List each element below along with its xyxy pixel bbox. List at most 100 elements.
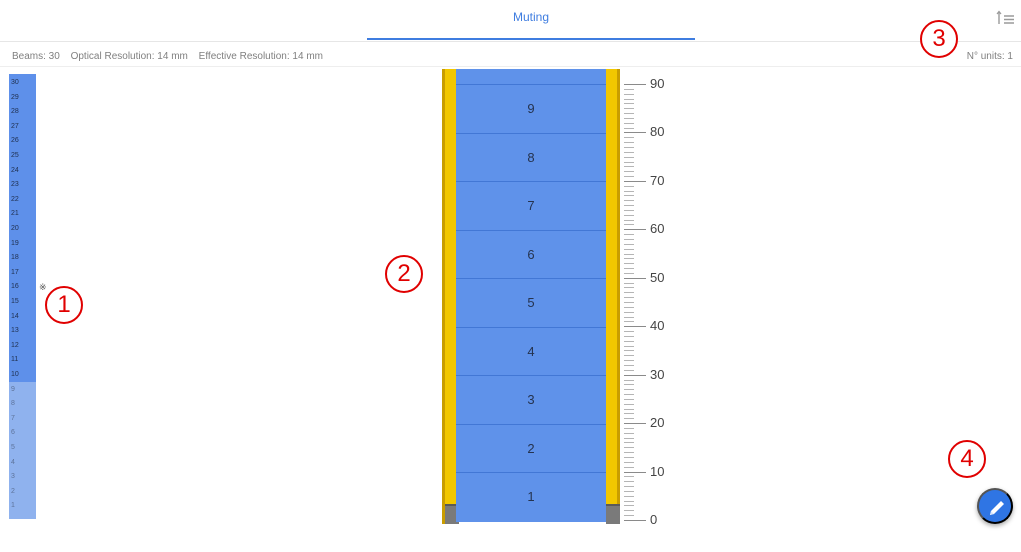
beam-label: 28 [11, 108, 19, 116]
ruler-tick [624, 117, 634, 119]
ruler-tick [624, 122, 634, 124]
ruler-tick [624, 442, 634, 444]
tab-muting[interactable]: Muting [367, 0, 695, 40]
ruler-tick [624, 316, 634, 318]
ruler-tick [624, 476, 634, 478]
ruler-tick [624, 113, 634, 115]
ruler-tick [624, 146, 634, 148]
ruler-tick [624, 302, 634, 303]
units-count: N° units: 1 [966, 51, 1013, 62]
beam-marker-icon: ※ [39, 282, 47, 292]
ruler-tick [624, 209, 634, 211]
ruler-tick [624, 510, 634, 512]
ruler-tick [624, 151, 634, 153]
ruler-tick [624, 84, 646, 85]
ruler-tick [624, 166, 634, 168]
beam-label: 25 [11, 152, 19, 159]
ruler-tick [624, 394, 634, 396]
ruler-tick [624, 500, 634, 502]
ruler-tick [624, 418, 634, 420]
ruler-tick [624, 311, 634, 313]
ruler-tick [624, 93, 634, 95]
beam-label: 5 [11, 444, 15, 451]
sort-list-icon[interactable] [994, 8, 1016, 28]
ruler-tick [624, 505, 634, 507]
ruler-tick [624, 389, 634, 391]
segment-7[interactable]: 7 [456, 181, 606, 229]
segment-4[interactable]: 4 [456, 326, 606, 375]
beam-label: 7 [11, 414, 15, 422]
ruler-tick [624, 340, 634, 342]
ruler-tick [624, 200, 634, 202]
beam-label: 10 [11, 371, 19, 378]
unit-stack: 987654321 [456, 69, 606, 522]
beam-label: 20 [11, 225, 19, 232]
ruler-tick [624, 447, 634, 449]
ruler-label: 60 [650, 221, 665, 237]
edit-button[interactable] [977, 488, 1013, 524]
light-curtain-device: 987654321 [442, 69, 622, 524]
ruler-tick [624, 461, 634, 463]
ruler-tick [624, 423, 646, 425]
ruler-tick [624, 398, 634, 400]
beam-label: 17 [11, 268, 19, 276]
optical-resolution: Optical Resolution: 14 mm [70, 51, 188, 62]
beam-label: 12 [11, 341, 19, 349]
beams-count: Beams: 30 [12, 51, 60, 62]
effective-resolution: Effective Resolution: 14 mm [198, 51, 323, 62]
segment-9[interactable]: 9 [456, 84, 606, 132]
beam-label: 29 [11, 93, 19, 101]
ruler-tick [624, 98, 634, 100]
ruler-tick [624, 369, 634, 371]
beam-label: 15 [11, 298, 19, 305]
ruler-tick [624, 88, 634, 90]
ruler-tick [624, 457, 634, 459]
beam-label: 30 [11, 79, 19, 86]
pencil-icon [990, 501, 1004, 515]
ruler-tick [624, 432, 634, 434]
ruler-tick [624, 268, 634, 270]
callout-2: 2 [385, 255, 423, 293]
beam-label: 8 [11, 400, 15, 408]
ruler-tick [624, 127, 634, 129]
segment-6[interactable]: 6 [456, 229, 606, 278]
beam-label: 3 [11, 473, 15, 481]
ruler-tick [624, 277, 646, 279]
right-rail [606, 69, 620, 524]
ruler-label: 70 [650, 172, 665, 188]
ruler-label: 40 [650, 318, 665, 334]
ruler-tick [624, 185, 634, 187]
ruler-tick [624, 234, 634, 236]
ruler-tick [624, 195, 634, 197]
ruler-tick [624, 108, 634, 110]
beam-label: 4 [11, 458, 15, 466]
ruler-label: 90 [650, 76, 665, 91]
callout-3: 3 [920, 20, 958, 58]
segment-1[interactable]: 1 [456, 472, 606, 520]
callout-1: 1 [45, 286, 83, 324]
segment-2[interactable]: 2 [456, 423, 606, 472]
beam-label: 9 [11, 385, 15, 393]
beam-label: 14 [11, 312, 19, 320]
ruler-tick [624, 132, 646, 134]
ruler-tick [624, 515, 634, 517]
ruler: 90 80 70 60 50 40 30 20 10 0 [622, 74, 672, 527]
ruler-tick [624, 306, 634, 308]
beam-label: 24 [11, 166, 19, 174]
ruler-tick [624, 248, 634, 250]
ruler-tick [624, 287, 634, 289]
segment-5[interactable]: 5 [456, 278, 606, 326]
segment-3[interactable]: 3 [456, 375, 606, 423]
ruler-tick [624, 205, 634, 207]
divider [0, 66, 1021, 67]
ruler-tick [624, 408, 634, 410]
segment-8[interactable]: 8 [456, 132, 606, 181]
beam-label: 13 [11, 327, 19, 335]
beams-column: 30 29 28 27 26 25 24 23 22 21 20 19 18 17 16 15 14 13 12 11… [9, 74, 36, 519]
ruler-tick [624, 253, 634, 255]
beam-label: 19 [11, 239, 19, 247]
ruler-tick [624, 495, 634, 497]
ruler-label: 10 [650, 463, 665, 479]
ruler-label: 0 [650, 512, 658, 527]
ruler-label: 20 [650, 415, 665, 431]
